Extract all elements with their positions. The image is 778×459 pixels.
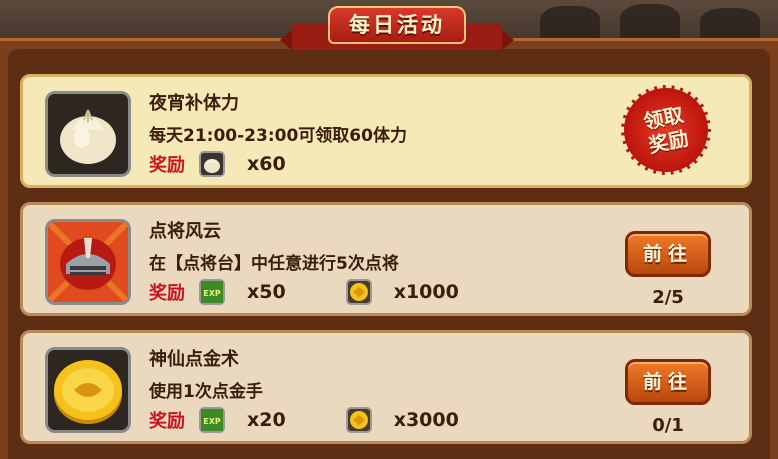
gold-coin-icon xyxy=(345,407,372,433)
reward-label: 奖励 xyxy=(149,283,185,304)
svg-text:EXP: EXP xyxy=(203,289,221,298)
exp-icon: EXP xyxy=(199,279,225,305)
go-button[interactable]: 前往 xyxy=(625,359,711,405)
go-button[interactable]: 前往 xyxy=(625,231,711,277)
reward-row: 奖励 x60 xyxy=(149,149,306,179)
reward-label: 奖励 xyxy=(149,155,185,176)
reward-label: 奖励 xyxy=(149,411,185,432)
reward-quantity: x20 xyxy=(247,409,286,431)
progress-count: 2/5 xyxy=(652,287,684,308)
panel-title: 每日活动 xyxy=(349,13,445,37)
reward-quantity: x3000 xyxy=(393,409,459,431)
reward-item: EXP x20 xyxy=(199,407,286,433)
activity-name: 神仙点金术 xyxy=(149,349,239,370)
activity-description: 使用1次点金手 xyxy=(149,382,263,402)
activity-icon-frame xyxy=(45,347,131,433)
activity-name: 夜宵补体力 xyxy=(149,93,239,114)
reward-item: x1000 xyxy=(345,279,459,305)
reward-quantity: x60 xyxy=(247,153,286,175)
background-shape xyxy=(700,8,760,40)
title-banner: 每日活动 xyxy=(280,4,514,60)
go-button-label: 前往 xyxy=(642,243,693,265)
activity-icon-frame xyxy=(45,219,131,305)
activity-description: 在【点将台】中任意进行5次点将 xyxy=(149,254,399,274)
exp-icon: EXP xyxy=(199,407,225,433)
svg-text:EXP: EXP xyxy=(203,417,221,426)
gold-coin-icon xyxy=(48,350,128,430)
helmet-icon xyxy=(48,222,128,302)
progress-count: 0/1 xyxy=(652,415,684,436)
reward-quantity: x50 xyxy=(247,281,286,303)
background-shape xyxy=(620,4,680,40)
reward-item: x60 xyxy=(199,151,286,177)
reward-row: 奖励 EXP x50 x1000 xyxy=(149,277,479,307)
activity-card-recruit: 点将风云 在【点将台】中任意进行5次点将 奖励 EXP x50 x1000 前往… xyxy=(20,202,752,316)
bun-icon xyxy=(199,151,225,177)
reward-quantity: x1000 xyxy=(393,281,459,303)
reward-item: x3000 xyxy=(345,407,459,433)
activity-card-midas-touch: 神仙点金术 使用1次点金手 奖励 EXP x20 x3000 前往 0/1 xyxy=(20,330,752,444)
activity-card-late-night-snack: 夜宵补体力 每天21:00-23:00可领取60体力 奖励 x60 领取 奖励 xyxy=(20,74,752,188)
reward-row: 奖励 EXP x20 x3000 xyxy=(149,405,479,435)
claim-reward-button[interactable]: 领取 奖励 xyxy=(612,76,720,184)
activity-name: 点将风云 xyxy=(149,221,221,242)
bun-icon xyxy=(48,94,128,174)
activity-description: 每天21:00-23:00可领取60体力 xyxy=(149,126,407,146)
background-shape xyxy=(540,6,600,40)
activity-icon-frame xyxy=(45,91,131,177)
gold-coin-icon xyxy=(345,279,372,305)
banner-plate: 每日活动 xyxy=(328,6,466,44)
go-button-label: 前往 xyxy=(642,371,693,393)
reward-item: EXP x50 xyxy=(199,279,286,305)
